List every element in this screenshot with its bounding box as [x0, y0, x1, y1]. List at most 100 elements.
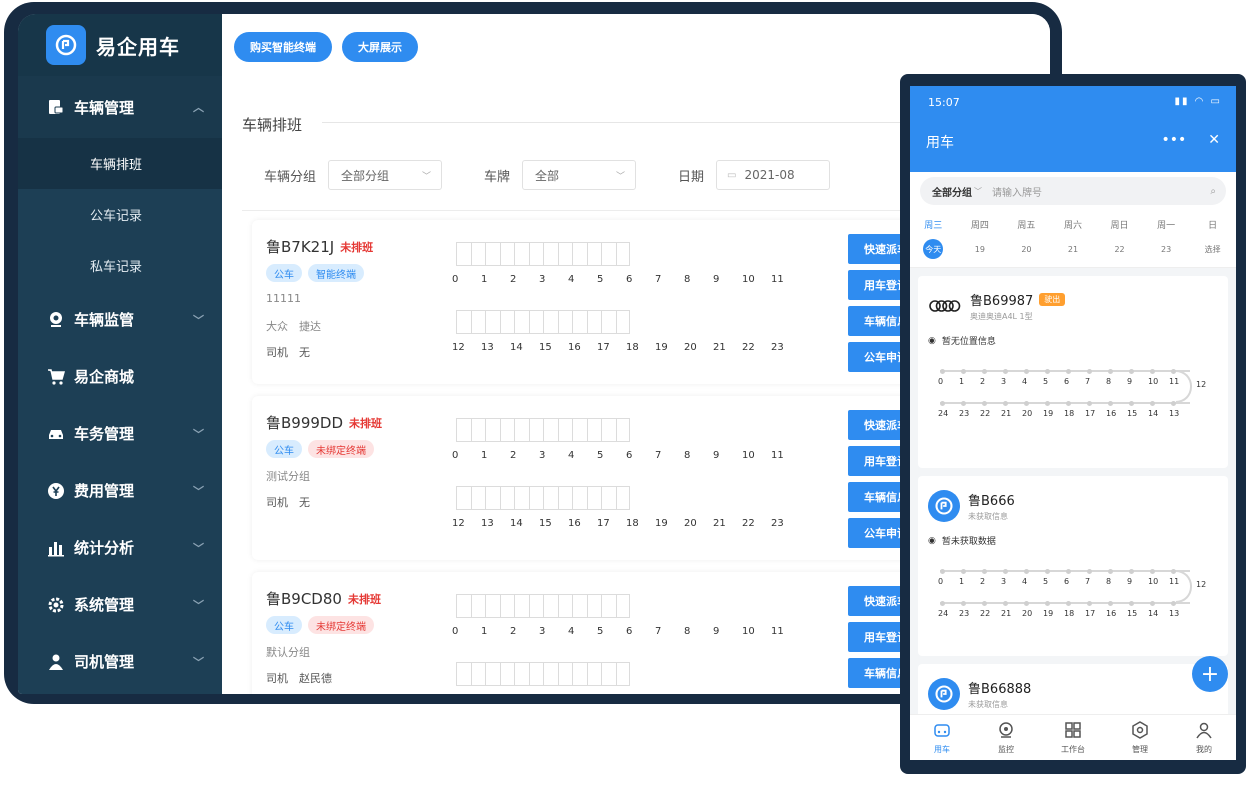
hour-slot[interactable] — [514, 486, 529, 510]
hour-slot[interactable] — [499, 662, 514, 686]
hour-slot[interactable] — [572, 662, 587, 686]
hour-slots-am[interactable] — [456, 418, 630, 442]
hour-slot[interactable] — [557, 242, 572, 266]
hour-slot[interactable] — [528, 486, 543, 510]
group-filter-select[interactable]: 全部分组 ﹀ — [328, 160, 443, 190]
more-icon[interactable]: ••• — [1161, 132, 1186, 148]
hour-slot[interactable] — [543, 594, 558, 618]
hour-slot[interactable] — [499, 418, 514, 442]
day-item[interactable]: 周四 19 — [960, 218, 1000, 267]
hour-slot[interactable] — [586, 310, 601, 334]
hour-slot[interactable] — [485, 418, 500, 442]
hour-slot[interactable] — [615, 242, 630, 266]
hour-slot[interactable] — [572, 594, 587, 618]
hour-slot[interactable] — [470, 310, 485, 334]
day-item[interactable]: 周五 20 — [1006, 218, 1046, 267]
hour-slots-pm[interactable] — [456, 486, 630, 510]
hour-slot[interactable] — [543, 242, 558, 266]
hour-slot[interactable] — [485, 594, 500, 618]
sidebar-item-system-management[interactable]: 系统管理 ﹀ — [18, 576, 222, 633]
sidebar-item-driver-management[interactable]: 司机管理 ﹀ — [18, 633, 222, 690]
tab-car[interactable]: 用车 — [933, 721, 951, 755]
sidebar-item-mall[interactable]: 易企商城 — [18, 348, 222, 405]
hour-slot[interactable] — [456, 310, 471, 334]
hour-slot[interactable] — [470, 662, 485, 686]
sidebar-item-statistics[interactable]: 统计分析 ﹀ — [18, 519, 222, 576]
hour-slot[interactable] — [485, 486, 500, 510]
hour-slot[interactable] — [601, 310, 616, 334]
hour-slots-pm[interactable] — [456, 310, 630, 334]
hour-slot[interactable] — [470, 594, 485, 618]
hour-slot[interactable] — [586, 594, 601, 618]
hour-slot[interactable] — [572, 242, 587, 266]
car-card[interactable]: 鲁B69987 驶出 奥迪奥迪A4L 1型 ◉ 暂无位置信息 012345678… — [918, 276, 1228, 468]
hour-slot[interactable] — [456, 594, 471, 618]
hour-slot[interactable] — [456, 418, 471, 442]
day-item[interactable]: 周三 今天 — [913, 218, 953, 267]
search-input[interactable]: 全部分组 ﹀ 请输入牌号 ⌕ — [920, 177, 1226, 205]
hour-slot[interactable] — [485, 310, 500, 334]
hour-slot[interactable] — [528, 242, 543, 266]
hour-slot[interactable] — [499, 310, 514, 334]
sidebar-subitem-public-records[interactable]: 公车记录 — [18, 189, 222, 240]
hour-slot[interactable] — [615, 662, 630, 686]
hour-slot[interactable] — [601, 242, 616, 266]
hour-slot[interactable] — [470, 242, 485, 266]
hour-slot[interactable] — [528, 310, 543, 334]
hour-slot[interactable] — [456, 242, 471, 266]
day-item[interactable]: 日选择 — [1193, 218, 1233, 267]
hour-slot[interactable] — [543, 486, 558, 510]
hour-slot[interactable] — [499, 486, 514, 510]
sidebar-item-car-affairs[interactable]: 车务管理 ﹀ — [18, 405, 222, 462]
hour-slot[interactable] — [586, 242, 601, 266]
hour-slot[interactable] — [514, 310, 529, 334]
sidebar-subitem-private-records[interactable]: 私车记录 — [18, 240, 222, 291]
hour-slot[interactable] — [572, 486, 587, 510]
hour-slot[interactable] — [528, 418, 543, 442]
hour-slot[interactable] — [586, 486, 601, 510]
big-screen-button[interactable]: 大屏展示 — [342, 32, 418, 62]
hour-slot[interactable] — [557, 486, 572, 510]
hour-slot[interactable] — [572, 310, 587, 334]
sidebar-item-fee-management[interactable]: 费用管理 ﹀ — [18, 462, 222, 519]
sidebar-item-vehicle-management[interactable]: 车辆管理 ︿ — [18, 76, 222, 138]
hour-slot[interactable] — [557, 662, 572, 686]
day-item[interactable]: 周六 21 — [1053, 218, 1093, 267]
hour-slot[interactable] — [543, 310, 558, 334]
hour-slot[interactable] — [514, 242, 529, 266]
hour-slot[interactable] — [615, 418, 630, 442]
tab-workbench[interactable]: 工作台 — [1061, 721, 1085, 755]
car-card[interactable]: 鲁B666 未获取信息 ◉ 暂未获取数据 0 1 2 3 4 5 6 7 8 9 10 11 24 23 2… — [918, 476, 1228, 656]
hour-slot[interactable] — [601, 486, 616, 510]
hour-slot[interactable] — [557, 418, 572, 442]
tab-profile[interactable]: 我的 — [1195, 721, 1213, 755]
hour-slot[interactable] — [615, 310, 630, 334]
hour-slot[interactable] — [485, 662, 500, 686]
hour-slot[interactable] — [528, 594, 543, 618]
tab-manage[interactable]: 管理 — [1131, 720, 1149, 755]
close-icon[interactable]: ✕ — [1208, 132, 1220, 148]
day-item[interactable]: 周日 22 — [1100, 218, 1140, 267]
hour-slot[interactable] — [514, 662, 529, 686]
hour-slot[interactable] — [601, 418, 616, 442]
date-picker[interactable]: ▭ 2021-08 — [716, 160, 831, 190]
group-dropdown[interactable]: 全部分组 — [932, 184, 972, 199]
hour-slot[interactable] — [528, 662, 543, 686]
hour-slot[interactable] — [485, 242, 500, 266]
hour-slots-pm[interactable] — [456, 662, 630, 686]
hour-slot[interactable] — [615, 486, 630, 510]
hour-slot[interactable] — [586, 662, 601, 686]
hour-slot[interactable] — [499, 242, 514, 266]
hour-slot[interactable] — [543, 662, 558, 686]
hour-slot[interactable] — [470, 486, 485, 510]
hour-slot[interactable] — [456, 662, 471, 686]
plate-filter-select[interactable]: 全部 ﹀ — [522, 160, 637, 190]
buy-terminal-button[interactable]: 购买智能终端 — [234, 32, 332, 62]
hour-slot[interactable] — [470, 418, 485, 442]
hour-slot[interactable] — [572, 418, 587, 442]
day-item[interactable]: 周一 23 — [1146, 218, 1186, 267]
hour-slot[interactable] — [514, 594, 529, 618]
hour-slot[interactable] — [456, 486, 471, 510]
hour-slots-am[interactable] — [456, 594, 630, 618]
hour-slot[interactable] — [601, 594, 616, 618]
